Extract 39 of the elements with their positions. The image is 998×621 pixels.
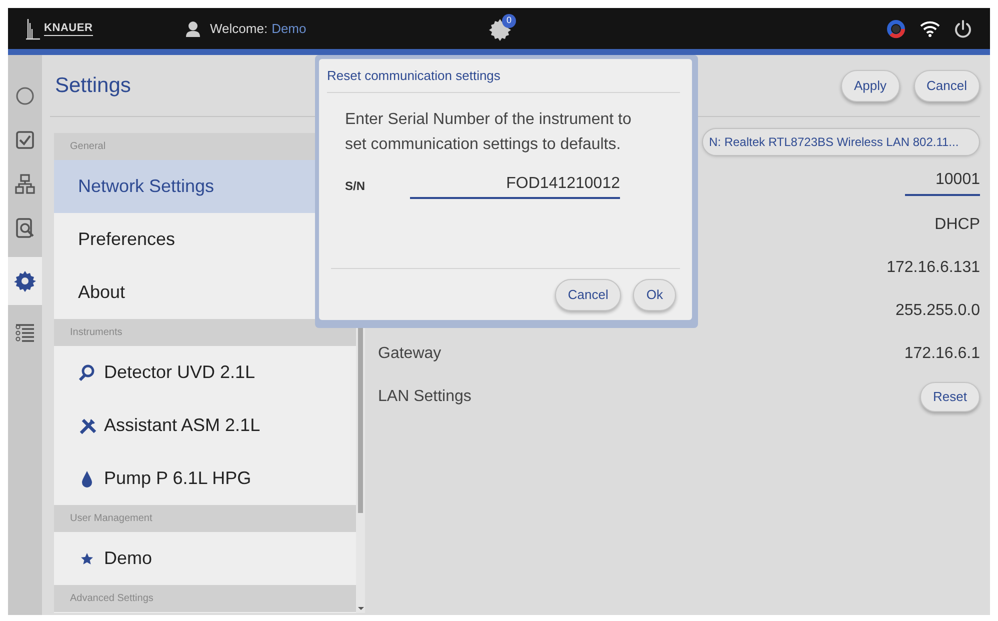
serial-number-field[interactable]: FOD141210012	[410, 171, 620, 199]
status-ring-icon	[886, 18, 906, 38]
port-field[interactable]: 10001	[905, 168, 980, 196]
reset-button[interactable]: Reset	[920, 382, 980, 412]
logo: KNAUER	[44, 21, 93, 36]
page-title: Settings	[55, 72, 131, 99]
group-header: General	[70, 140, 106, 154]
row-label: LAN Settings	[378, 386, 472, 406]
group-header: Instruments	[70, 326, 122, 340]
cancel-button[interactable]: Cancel	[914, 70, 980, 102]
power-icon[interactable]	[954, 20, 972, 38]
adapter-dropdown[interactable]: N: Realtek RTL8723BS Wireless LAN 802.11...	[702, 128, 980, 156]
settings-icon[interactable]	[14, 270, 36, 292]
row-value: 172.16.6.1	[904, 344, 980, 364]
report-search-icon[interactable]	[14, 217, 36, 239]
gear-icon[interactable]	[488, 18, 512, 42]
row-label: Gateway	[378, 344, 442, 364]
user-name: Demo	[272, 20, 306, 38]
network-icon[interactable]	[14, 173, 36, 195]
checkbox-icon[interactable]	[14, 129, 36, 151]
search-icon	[78, 364, 96, 382]
row-value: 172.16.6.131	[886, 258, 980, 278]
dialog-title: Reset communication settings	[327, 66, 500, 85]
welcome-label: Welcome:	[210, 20, 268, 38]
ok-button[interactable]: Ok	[633, 278, 676, 310]
logo-icon	[26, 16, 40, 40]
user-icon	[186, 20, 200, 36]
cancel-button[interactable]: Cancel	[554, 278, 622, 310]
row-value: 255.255.0.0	[895, 300, 980, 320]
list-icon[interactable]	[14, 323, 36, 345]
wifi-icon	[920, 20, 940, 36]
dialog-message: Enter Serial Number of the instrument to set communication settings to defaults.	[345, 110, 632, 155]
group-header: Advanced Settings	[70, 592, 154, 606]
apply-button[interactable]: Apply	[841, 70, 900, 102]
row-value: DHCP	[934, 214, 980, 234]
group-header: User Management	[70, 512, 152, 526]
notification-badge: 0	[502, 14, 516, 28]
tools-icon	[78, 416, 96, 434]
progress-circle-icon[interactable]	[14, 85, 36, 107]
